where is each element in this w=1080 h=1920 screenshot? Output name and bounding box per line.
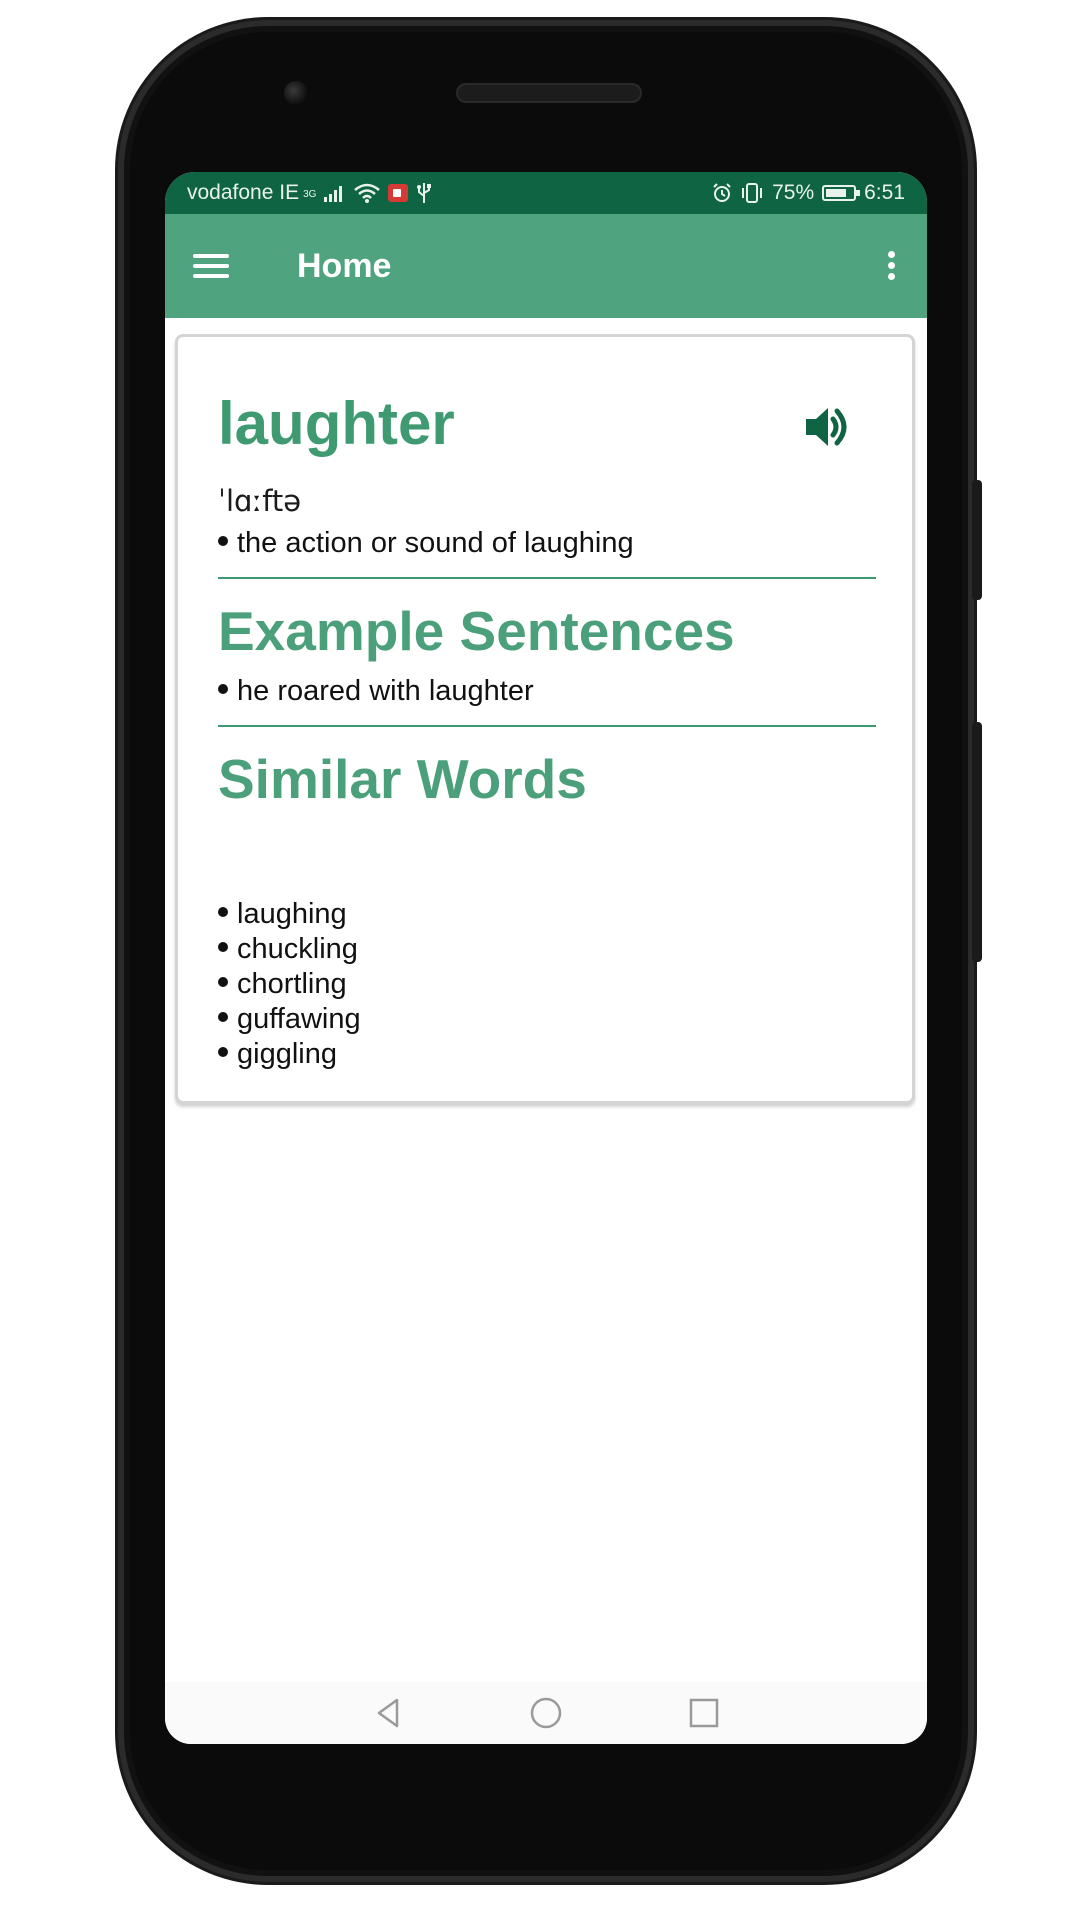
- bullet-icon: [218, 942, 228, 953]
- list-item: chortling: [218, 967, 361, 1002]
- earpiece-speaker: [456, 83, 642, 103]
- signal-icon: [324, 186, 343, 202]
- similar-words-heading: Similar Words: [218, 748, 587, 810]
- back-icon[interactable]: [371, 1696, 405, 1730]
- word-card: laughter ˈlɑːftə the action or sound of …: [175, 334, 915, 1104]
- system-nav-bar: [165, 1682, 927, 1744]
- similar-words-list: laughing chuckling chortling guffawing g…: [218, 897, 361, 1072]
- network-type: 3G: [303, 189, 317, 200]
- front-camera: [284, 81, 308, 105]
- divider: [218, 725, 876, 727]
- phonetic-transcription: ˈlɑːftə: [218, 484, 302, 518]
- list-item: laughing: [218, 897, 361, 932]
- volume-up-icon[interactable]: [803, 402, 853, 452]
- usb-icon: [417, 183, 432, 203]
- clock: 6:51: [864, 181, 905, 204]
- screen-record-icon: [388, 184, 409, 202]
- vibrate-icon: [742, 183, 763, 203]
- bullet-icon: [218, 684, 228, 695]
- bullet-icon: [218, 1012, 228, 1023]
- power-button: [972, 722, 982, 962]
- recents-icon[interactable]: [687, 1696, 721, 1730]
- bullet-icon: [218, 907, 228, 918]
- example-item: he roared with laughter: [218, 675, 534, 708]
- definition-item: the action or sound of laughing: [218, 527, 634, 560]
- app-bar: Home: [165, 214, 927, 318]
- examples-heading: Example Sentences: [218, 600, 735, 662]
- list-item: chuckling: [218, 932, 361, 967]
- screen: vodafone IE 3G 75% 6:51 Home laughter ˈl…: [165, 172, 927, 1744]
- bullet-icon: [218, 536, 228, 547]
- volume-button: [972, 480, 982, 600]
- carrier-name: vodafone IE: [187, 181, 300, 204]
- alarm-icon: [713, 183, 731, 202]
- home-icon[interactable]: [529, 1696, 563, 1730]
- page-title: Home: [297, 246, 392, 285]
- bullet-icon: [218, 977, 228, 988]
- bullet-icon: [218, 1047, 228, 1058]
- divider: [218, 577, 876, 579]
- battery-percent: 75%: [772, 181, 815, 204]
- status-bar: vodafone IE 3G 75% 6:51: [165, 172, 927, 214]
- list-item: guffawing: [218, 1002, 361, 1037]
- list-item: giggling: [218, 1037, 361, 1072]
- battery-icon: [822, 185, 861, 201]
- more-vert-icon[interactable]: [887, 251, 895, 281]
- menu-icon[interactable]: [193, 252, 231, 280]
- word-title: laughter: [218, 390, 455, 457]
- wifi-icon: [354, 183, 381, 203]
